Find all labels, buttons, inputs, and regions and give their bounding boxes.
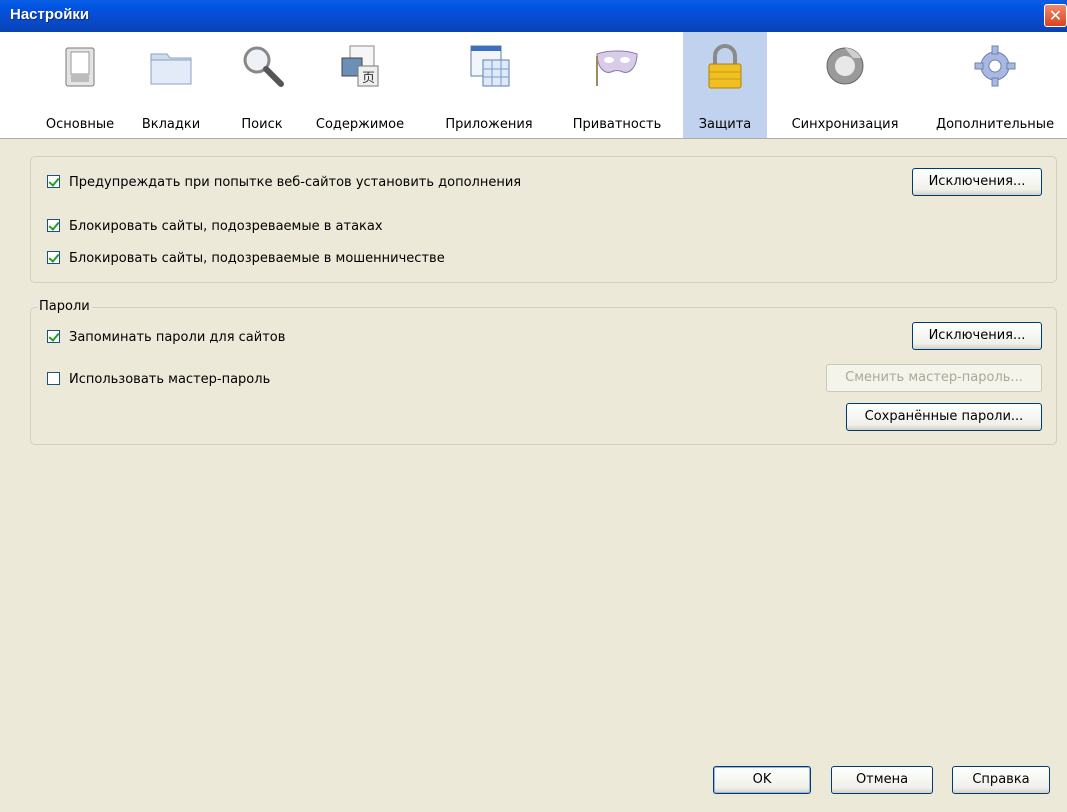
pane-label: Защита <box>698 117 752 132</box>
pane-applications[interactable]: Приложения <box>437 32 541 138</box>
pane-general[interactable]: Основные <box>30 32 130 138</box>
pane-label: Приватность <box>572 117 662 132</box>
padlock-icon <box>708 44 742 89</box>
mask-icon <box>596 50 638 86</box>
passwords-legend: Пароли <box>37 299 92 314</box>
pane-privacy[interactable]: Приватность <box>560 32 674 138</box>
warn-addons-option[interactable]: Предупреждать при попытке веб-сайтов уст… <box>47 174 521 192</box>
block-forgery-checkbox[interactable] <box>47 251 60 264</box>
pane-content[interactable]: 页 Содержимое <box>310 32 410 138</box>
pane-advanced[interactable]: Дополнительные <box>925 32 1065 138</box>
block-attack-label: Блокировать сайты, подозреваемые в атака… <box>69 219 383 234</box>
master-password-checkbox[interactable] <box>47 372 60 385</box>
close-button[interactable]: ✕ <box>1044 4 1067 27</box>
switch-icon <box>65 47 95 87</box>
cancel-button[interactable]: Отмена <box>831 766 933 794</box>
master-password-option[interactable]: Использовать мастер-пароль <box>47 371 270 389</box>
block-attack-option[interactable]: Блокировать сайты, подозреваемые в атака… <box>47 218 383 236</box>
warn-addons-checkbox[interactable] <box>47 175 60 188</box>
password-exceptions-button[interactable]: Исключения... <box>912 322 1042 350</box>
remember-passwords-label: Запоминать пароли для сайтов <box>69 330 286 345</box>
pane-label: Синхронизация <box>791 117 899 132</box>
content-icon: 页 <box>341 45 379 87</box>
svg-text:页: 页 <box>362 71 375 86</box>
pane-label: Дополнительные <box>935 117 1055 132</box>
window-title: Настройки <box>10 6 90 23</box>
close-icon: ✕ <box>1048 6 1063 25</box>
change-master-password-button[interactable]: Сменить мастер-пароль... <box>826 364 1042 392</box>
pane-search[interactable]: Поиск <box>232 32 292 138</box>
pane-label: Содержимое <box>315 117 405 132</box>
addon-exceptions-button[interactable]: Исключения... <box>912 168 1042 196</box>
block-forgery-option[interactable]: Блокировать сайты, подозреваемые в мошен… <box>47 250 445 268</box>
remember-passwords-checkbox[interactable] <box>47 330 60 343</box>
magnifier-icon <box>243 46 284 87</box>
preferences-toolbar: Основные Вкладки Поиск 页 Содержимое Прил… <box>0 32 1067 139</box>
remember-passwords-option[interactable]: Запоминать пароли для сайтов <box>47 329 285 347</box>
pane-label: Основные <box>45 117 115 132</box>
pane-label: Поиск <box>241 117 283 132</box>
folder-tabs-icon <box>150 53 192 85</box>
pane-tabs[interactable]: Вкладки <box>134 32 208 138</box>
pane-label: Вкладки <box>141 117 201 132</box>
block-forgery-label: Блокировать сайты, подозреваемые в мошен… <box>69 251 445 266</box>
master-password-label: Использовать мастер-пароль <box>69 372 271 387</box>
saved-passwords-button[interactable]: Сохранённые пароли... <box>846 403 1042 431</box>
ok-button[interactable]: OK <box>713 766 811 794</box>
block-attack-checkbox[interactable] <box>47 219 60 232</box>
gear-icon <box>974 45 1016 87</box>
pane-label: Приложения <box>445 117 533 132</box>
warn-addons-label: Предупреждать при попытке веб-сайтов уст… <box>69 175 522 190</box>
help-button[interactable]: Справка <box>952 766 1050 794</box>
pane-security[interactable]: Защита <box>683 32 767 138</box>
sync-icon <box>826 47 864 85</box>
pane-sync[interactable]: Синхронизация <box>780 32 910 138</box>
applications-icon <box>470 45 510 87</box>
title-bar[interactable]: Настройки ✕ <box>0 0 1067 32</box>
